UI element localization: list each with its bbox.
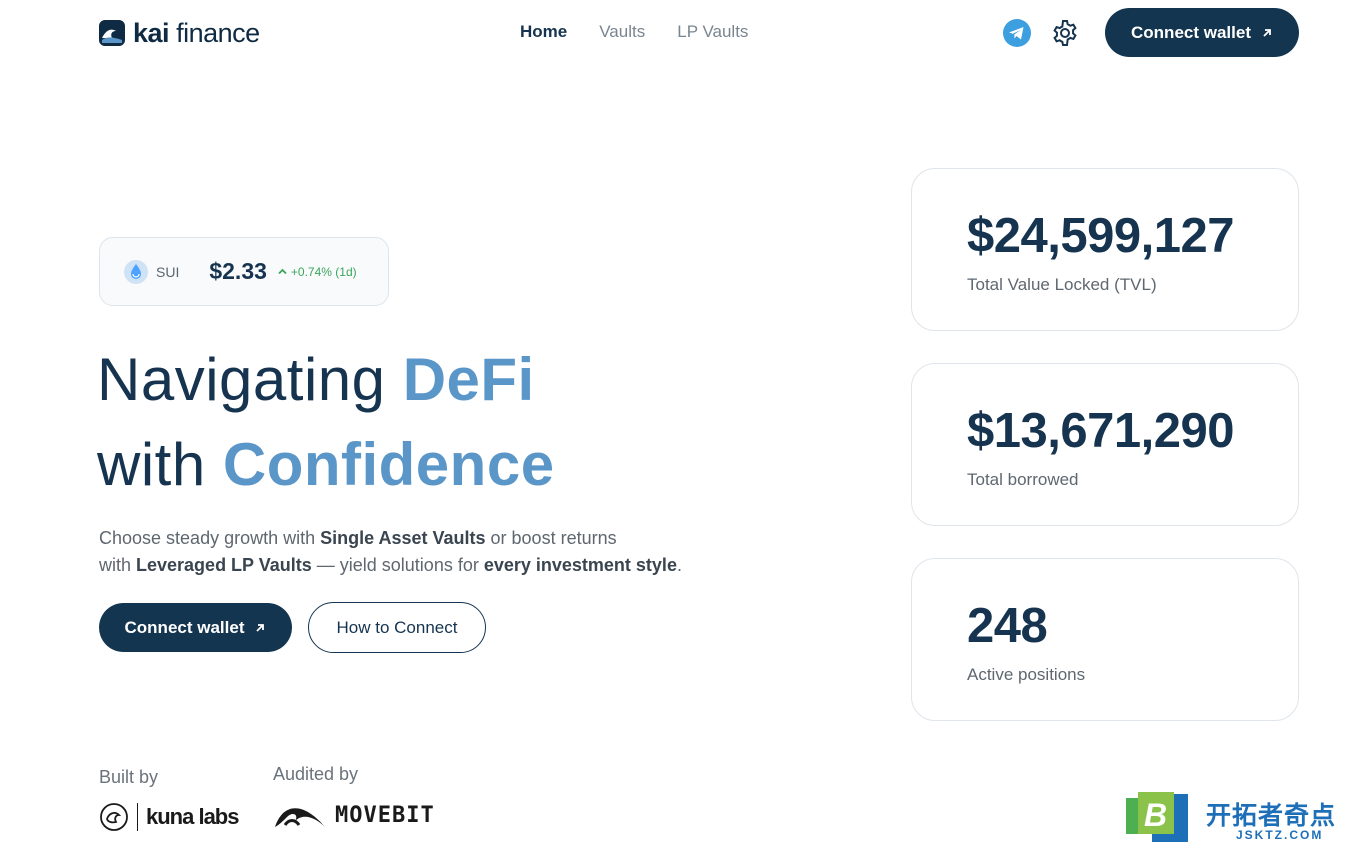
divider [137,803,138,831]
movebit-text: MOVEBIT [335,802,435,828]
header-connect-wallet-button[interactable]: Connect wallet [1105,8,1299,57]
kai-finance-logo[interactable]: kai finance [99,18,260,48]
audited-by-label: Audited by [273,764,359,784]
stat-value: $13,671,290 [967,404,1235,458]
how-to-connect-button[interactable]: How to Connect [308,602,486,653]
stat-card-borrowed: $13,671,290 Total borrowed [911,363,1299,526]
stat-card-tvl: $24,599,127 Total Value Locked (TVL) [911,168,1299,331]
gear-icon[interactable] [1050,18,1080,48]
stat-value: 248 [967,599,1048,653]
watermark-logo-icon: B [1126,792,1188,842]
watermark-title: 开拓者奇点 [1206,802,1337,830]
hero-description: Choose steady growth with Single Asset V… [99,528,682,575]
movebit-logo[interactable]: MOVEBIT [273,797,435,833]
connect-wallet-label: Connect wallet [1131,22,1251,42]
stat-card-positions: 248 Active positions [911,558,1299,721]
hero-title: Navigating DeFi with Confidence [97,337,555,507]
wave-logo-icon [99,20,125,46]
hero-title-accent: Confidence [222,431,555,498]
price-change: +0.74% (1d) [277,265,357,279]
stat-label: Total Value Locked (TVL) [967,275,1157,294]
hero-title-part: with [97,431,223,498]
svg-text:B: B [1144,797,1167,833]
hero-connect-wallet-button[interactable]: Connect wallet [99,603,292,652]
kuna-labs-text: kuna labs [146,804,239,829]
connect-wallet-label: Connect wallet [124,617,245,637]
nav-home[interactable]: Home [520,22,567,42]
page: kai finance Home Vaults LP Vaults Connec… [0,0,1365,849]
stat-value: $24,599,127 [967,209,1235,263]
hero-title-accent: DeFi [402,346,535,413]
token-price: $2.33 [209,258,267,284]
kuna-labs-logo[interactable]: kuna labs [99,801,239,833]
nav-vaults[interactable]: Vaults [599,22,645,42]
watermark-subtitle: JSKTZ.COM [1236,828,1324,842]
hero-title-part: Navigating [97,346,403,413]
price-change-value: +0.74% (1d) [290,264,357,279]
telegram-icon[interactable] [1002,18,1032,48]
kuna-mark-icon [100,803,128,831]
built-by-label: Built by [99,767,159,787]
logo-text: kai finance [133,17,260,48]
arrow-up-right-icon [256,623,265,632]
movebit-mark-icon [275,808,325,827]
watermark: B 开拓者奇点 JSKTZ.COM [1124,792,1359,847]
stat-label: Total borrowed [967,470,1079,489]
chevron-up-icon [278,268,287,275]
sui-price-ticker: SUI $2.33 +0.74% (1d) [99,237,389,306]
token-symbol: SUI [156,263,180,280]
main-nav: Home Vaults LP Vaults [520,22,748,42]
stat-label: Active positions [967,665,1086,684]
nav-lp-vaults[interactable]: LP Vaults [677,22,748,42]
sui-token-icon [124,259,148,284]
arrow-up-right-icon [1263,28,1271,37]
